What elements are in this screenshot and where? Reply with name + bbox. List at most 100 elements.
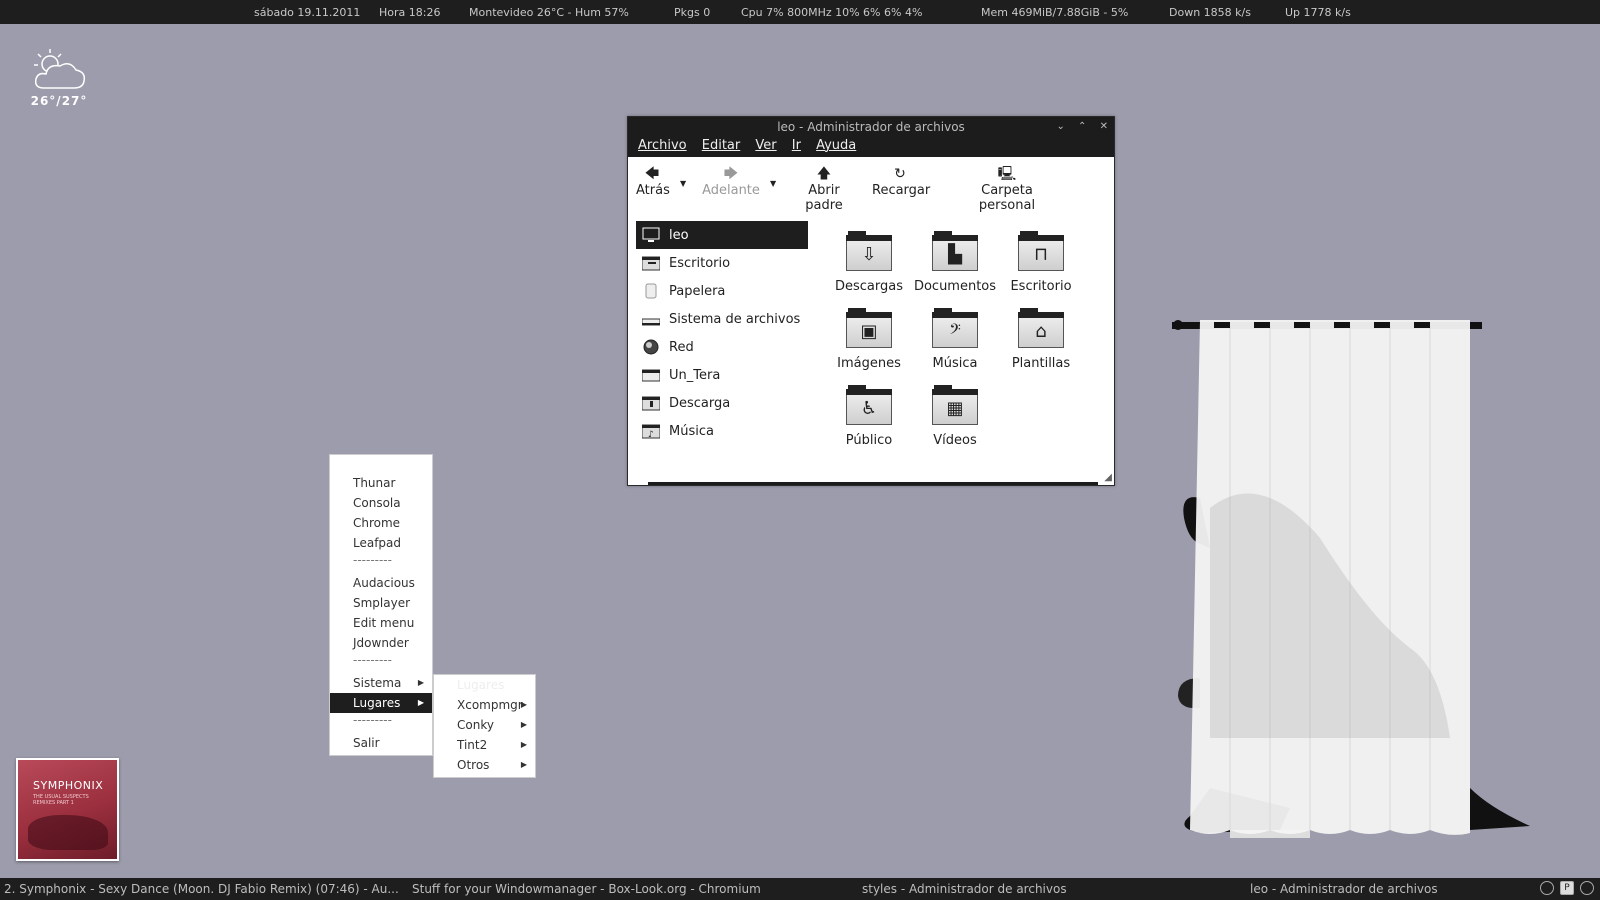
- window-titlebar[interactable]: leo - Administrador de archivos ⌄ ⌃ ✕: [628, 117, 1114, 137]
- menu-item-salir[interactable]: Salir: [330, 733, 432, 753]
- date-text: sábado 19.11.2011: [254, 6, 361, 19]
- network-icon: [642, 339, 660, 355]
- forward-button[interactable]: 🡆 Adelante: [696, 165, 766, 198]
- menu-item-edit-menu[interactable]: Edit menu: [330, 613, 432, 633]
- weather-text: Montevideo 26°C - Hum 57%: [469, 6, 629, 19]
- folder-label: Documentos: [913, 279, 997, 294]
- tray-app-icon[interactable]: P: [1560, 881, 1574, 895]
- desktop-folder-icon: ⊓: [1018, 231, 1064, 271]
- arrow-left-icon: 🡄: [644, 166, 660, 182]
- menu-item-lugares[interactable]: Lugares ▶: [330, 693, 432, 713]
- arrow-right-icon: 🡆: [723, 166, 739, 182]
- menu-item-chrome[interactable]: Chrome: [330, 513, 432, 533]
- menu-item-label: Xcompmgr: [457, 698, 523, 712]
- menu-ver[interactable]: Ver: [755, 138, 776, 153]
- sidebar-item-escritorio[interactable]: Escritorio: [636, 249, 808, 277]
- folder-label: Descargas: [834, 279, 903, 294]
- sidebar-item-label: Descarga: [669, 395, 731, 411]
- folder-descargas[interactable]: ⇩ Descargas: [824, 231, 914, 294]
- svg-text:♪: ♪: [648, 430, 654, 439]
- minimize-button[interactable]: ⌄: [1056, 121, 1064, 132]
- menu-item-label: Lugares: [353, 696, 401, 710]
- folder-musica[interactable]: 𝄢 Música: [910, 308, 1000, 371]
- drive-icon: [641, 311, 661, 327]
- menu-item-consola[interactable]: Consola: [330, 493, 432, 513]
- templates-folder-icon: ⌂: [1018, 308, 1064, 348]
- sidebar-item-label: Un_Tera: [669, 367, 721, 383]
- submenu-arrow-icon: ▶: [417, 698, 424, 707]
- menu-item-thunar[interactable]: Thunar: [330, 473, 432, 493]
- tray-clock-icon[interactable]: [1540, 881, 1554, 895]
- documents-folder-icon: ▙: [932, 231, 978, 271]
- task-styles-file-manager[interactable]: styles - Administrador de archivos: [862, 882, 1067, 896]
- root-menu: Thunar Consola Chrome Leafpad --------- …: [329, 454, 433, 756]
- tray-network-icon[interactable]: [1580, 881, 1594, 895]
- sidebar-item-label: Escritorio: [669, 255, 731, 271]
- back-history-dropdown[interactable]: ▼: [680, 179, 686, 188]
- menu-item-label: Tint2: [457, 738, 488, 752]
- home-folder-label: Carpeta personal: [978, 183, 1036, 213]
- cpu-text: Cpu 7% 800MHz 10% 6% 6% 4%: [741, 6, 923, 19]
- task-chromium[interactable]: Stuff for your Windowmanager - Box-Look.…: [412, 882, 761, 896]
- menu-ayuda[interactable]: Ayuda: [816, 138, 856, 153]
- reload-button[interactable]: ↻ Recargar: [872, 165, 931, 198]
- menu-item-tint2[interactable]: Tint2 ▶: [434, 735, 535, 755]
- folder-documentos[interactable]: ▙ Documentos: [910, 231, 1000, 294]
- menu-item-smplayer[interactable]: Smplayer: [330, 593, 432, 613]
- menu-item-sistema[interactable]: Sistema ▶: [330, 673, 432, 693]
- file-manager-window[interactable]: leo - Administrador de archivos ⌄ ⌃ ✕ Ar…: [627, 116, 1115, 486]
- menu-item-conky[interactable]: Conky ▶: [434, 715, 535, 735]
- sidebar-item-un-tera[interactable]: Un_Tera: [636, 361, 808, 389]
- sidebar-item-label: leo: [669, 227, 689, 243]
- folder-plantillas[interactable]: ⌂ Plantillas: [996, 308, 1086, 371]
- menu-item-label: Sistema: [353, 676, 402, 690]
- menu-item-jdownder[interactable]: Jdownder: [330, 633, 432, 653]
- sidebar-item-red[interactable]: Red: [636, 333, 808, 361]
- album-art[interactable]: SYMPHONIX THE USUAL SUSPECTS REMIXES PAR…: [16, 758, 119, 861]
- upload-speed-text: Up 1778 k/s: [1285, 6, 1351, 19]
- sidebar-item-label: Papelera: [669, 283, 726, 299]
- menubar: Archivo Editar Ver Ir Ayuda: [628, 137, 1114, 157]
- folder-imagenes[interactable]: ▣ Imágenes: [824, 308, 914, 371]
- menu-archivo[interactable]: Archivo: [638, 138, 687, 153]
- task-leo-file-manager[interactable]: leo - Administrador de archivos: [1250, 882, 1438, 896]
- reload-label: Recargar: [872, 183, 931, 198]
- sidebar-item-papelera[interactable]: Papelera: [636, 277, 808, 305]
- menu-item-leafpad[interactable]: Leafpad: [330, 533, 432, 553]
- folder-publico[interactable]: ♿ Público: [824, 385, 914, 448]
- drive-icon: [641, 367, 661, 383]
- task-audacious[interactable]: 2. Symphonix - Sexy Dance (Moon. DJ Fabi…: [4, 882, 399, 896]
- menu-editar[interactable]: Editar: [702, 138, 741, 153]
- forward-history-dropdown[interactable]: ▼: [770, 179, 776, 188]
- resize-grip-icon[interactable]: ◢: [1104, 472, 1112, 483]
- submenu-title: Lugares: [457, 678, 505, 692]
- menu-item-audacious[interactable]: Audacious: [330, 573, 432, 593]
- partly-cloudy-icon: [34, 49, 86, 89]
- open-parent-button[interactable]: 🡅 Abrir padre: [788, 165, 860, 213]
- folder-escritorio[interactable]: ⊓ Escritorio: [996, 231, 1086, 294]
- maximize-button[interactable]: ⌃: [1078, 121, 1086, 132]
- time-text: Hora 18:26: [379, 6, 441, 19]
- monitor-icon: [642, 227, 660, 243]
- folder-videos[interactable]: ▦ Vídeos: [910, 385, 1000, 448]
- weather-temperature: 26°/27°: [30, 94, 88, 108]
- desktop-folder-icon: [641, 255, 661, 271]
- menu-ir[interactable]: Ir: [792, 138, 801, 153]
- home-folder-button[interactable]: 🖳 Carpeta personal: [952, 165, 1062, 213]
- forward-label: Adelante: [702, 183, 760, 198]
- sidebar-item-label: Red: [669, 339, 694, 355]
- download-folder-icon: [641, 395, 661, 411]
- sidebar-item-sistema-de-archivos[interactable]: Sistema de archivos: [636, 305, 808, 333]
- sidebar-item-descarga[interactable]: Descarga: [636, 389, 808, 417]
- back-button[interactable]: 🡄 Atrás: [636, 165, 670, 198]
- folder-label: Plantillas: [1011, 356, 1071, 371]
- sidebar-item-musica[interactable]: ♪ Música: [636, 417, 808, 445]
- sidebar-item-leo[interactable]: leo: [636, 221, 808, 249]
- menu-item-xcompmgr[interactable]: Xcompmgr ▶: [434, 695, 535, 715]
- folder-label: Escritorio: [1010, 279, 1072, 294]
- menu-item-otros[interactable]: Otros ▶: [434, 755, 535, 775]
- curtain-figure-wallpaper: [1172, 320, 1530, 838]
- close-button[interactable]: ✕: [1100, 121, 1108, 132]
- public-folder-icon: ♿: [846, 385, 892, 425]
- album-cover-image: SYMPHONIX THE USUAL SUSPECTS REMIXES PAR…: [18, 760, 117, 859]
